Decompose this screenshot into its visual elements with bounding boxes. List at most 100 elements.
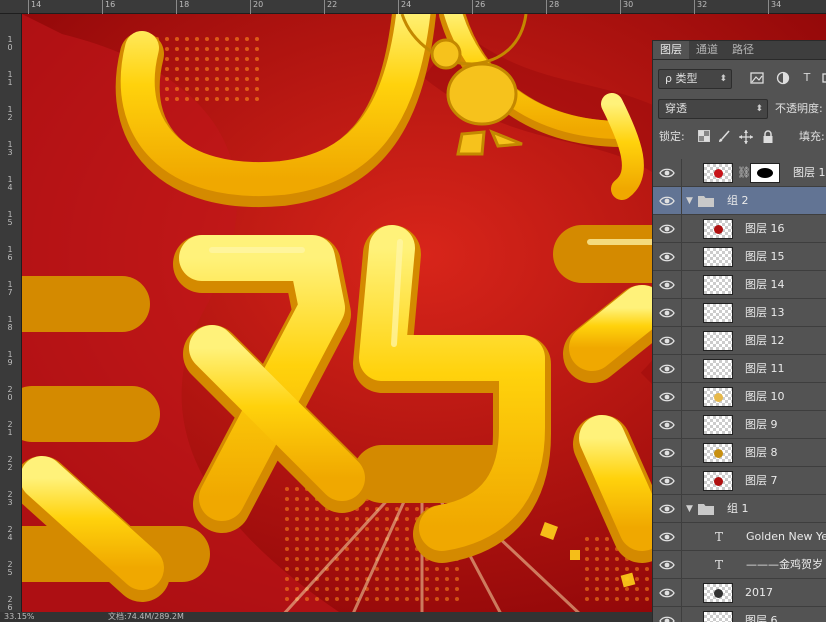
- lock-icon[interactable]: [761, 130, 775, 144]
- layer-group-row[interactable]: ▼ 组 1: [653, 495, 826, 523]
- lock-label: 锁定:: [659, 130, 685, 143]
- layer-name: 图层 12: [745, 334, 785, 347]
- thumbnail-content: [714, 477, 723, 486]
- layer-row[interactable]: 图层 15: [653, 243, 826, 271]
- layer-thumbnail[interactable]: [703, 219, 733, 239]
- filter-kind-select[interactable]: ρ 类型 ⬍: [658, 69, 732, 89]
- layer-row[interactable]: 图层 14: [653, 271, 826, 299]
- shape-filter-icon[interactable]: [820, 71, 826, 85]
- ruler-tick-label: 2 2: [7, 455, 13, 472]
- layer-name: 图层 1: [793, 166, 826, 179]
- document-size: 文档:74.4M/289.2M: [108, 612, 184, 621]
- visibility-eye-icon[interactable]: [659, 194, 675, 208]
- layer-name: 图层 15: [745, 250, 785, 263]
- horizontal-ruler[interactable]: 14 16 18 20 22 24 26 28 30 32 34: [0, 0, 826, 14]
- layer-row[interactable]: 图层 12: [653, 327, 826, 355]
- visibility-eye-icon[interactable]: [659, 390, 675, 404]
- thumbnail-content: [714, 589, 723, 598]
- layer-group-row[interactable]: ▼ 组 2: [653, 187, 826, 215]
- layer-row[interactable]: 图层 6: [653, 607, 826, 622]
- layer-thumbnail[interactable]: [703, 443, 733, 463]
- panel-tabs: 图层 通道 路径: [653, 41, 826, 60]
- layer-row[interactable]: T ———金鸡贺岁: [653, 551, 826, 579]
- tab-channels[interactable]: 通道: [689, 41, 725, 59]
- visibility-eye-icon[interactable]: [659, 166, 675, 180]
- text-layer-icon: T: [715, 530, 724, 544]
- divider: [681, 439, 682, 467]
- ruler-tick-label: 1 8: [7, 315, 13, 332]
- link-chain-icon[interactable]: ⛓: [737, 166, 751, 179]
- ruler-tick-label: 1 3: [7, 140, 13, 157]
- tab-layers[interactable]: 图层: [653, 41, 689, 59]
- layer-thumbnail[interactable]: [703, 583, 733, 603]
- layer-thumbnail[interactable]: [703, 163, 733, 183]
- image-filter-icon[interactable]: [750, 71, 764, 85]
- adjustment-filter-icon[interactable]: [776, 71, 790, 85]
- ruler-tick-label: 1 9: [7, 350, 13, 367]
- visibility-eye-icon[interactable]: [659, 614, 675, 622]
- brush-icon[interactable]: [717, 130, 731, 144]
- lock-transparent-icon[interactable]: [697, 130, 711, 144]
- divider: [681, 327, 682, 355]
- visibility-eye-icon[interactable]: [659, 530, 675, 544]
- divider: [681, 215, 682, 243]
- layer-name: ———金鸡贺岁: [746, 558, 823, 571]
- layers-list: ⛓ 图层 1 ▼ 组 2 图层 16 图层 15 图层 14 图层 13 图层 12 图层 11 图…: [653, 159, 826, 622]
- layer-row[interactable]: 图层 11: [653, 355, 826, 383]
- layer-row[interactable]: 图层 9: [653, 411, 826, 439]
- ruler-tick: 24: [398, 0, 411, 14]
- layer-row[interactable]: 2017: [653, 579, 826, 607]
- ruler-tick-label: 30: [623, 0, 634, 9]
- thumbnail-content: [714, 393, 723, 402]
- layer-mask-thumbnail[interactable]: [750, 163, 780, 183]
- layer-row[interactable]: 图层 10: [653, 383, 826, 411]
- visibility-eye-icon[interactable]: [659, 474, 675, 488]
- layer-row[interactable]: T Golden New Yea: [653, 523, 826, 551]
- layer-thumbnail[interactable]: [703, 359, 733, 379]
- zoom-level[interactable]: 33.15%: [4, 612, 35, 622]
- layer-filter-row: ρ 类型 ⬍ T: [658, 68, 826, 90]
- layer-thumbnail[interactable]: [703, 275, 733, 295]
- ruler-tick-label: 14: [31, 0, 42, 9]
- layer-thumbnail[interactable]: [703, 471, 733, 491]
- layer-name: 组 2: [727, 194, 749, 207]
- visibility-eye-icon[interactable]: [659, 306, 675, 320]
- vertical-ruler[interactable]: 1 0 1 1 1 2 1 3 1 4 1 5 1 6 1 7 1 8 1 9 2 0 2 1 2 2 2…: [0, 14, 22, 616]
- layer-name: 图层 16: [745, 222, 785, 235]
- visibility-eye-icon[interactable]: [659, 586, 675, 600]
- type-filter-icon[interactable]: T: [800, 71, 814, 85]
- layer-row[interactable]: 图层 16: [653, 215, 826, 243]
- layer-row[interactable]: ⛓ 图层 1: [653, 159, 826, 187]
- visibility-eye-icon[interactable]: [659, 278, 675, 292]
- visibility-eye-icon[interactable]: [659, 334, 675, 348]
- tab-paths[interactable]: 路径: [725, 41, 761, 59]
- visibility-eye-icon[interactable]: [659, 418, 675, 432]
- visibility-eye-icon[interactable]: [659, 558, 675, 572]
- visibility-eye-icon[interactable]: [659, 250, 675, 264]
- layer-thumbnail[interactable]: [703, 611, 733, 622]
- layer-thumbnail[interactable]: [703, 247, 733, 267]
- divider: [681, 411, 682, 439]
- layer-thumbnail[interactable]: [703, 415, 733, 435]
- ruler-tick-label: 2 3: [7, 490, 13, 507]
- ruler-tick-label: 28: [549, 0, 560, 9]
- expand-triangle-icon[interactable]: ▼: [686, 504, 693, 514]
- ruler-tick: 16: [102, 0, 115, 14]
- layer-name: 图层 14: [745, 278, 785, 291]
- layer-row[interactable]: 图层 8: [653, 439, 826, 467]
- blend-mode-label: 穿透: [665, 102, 687, 115]
- layer-name: 图层 9: [745, 418, 778, 431]
- visibility-eye-icon[interactable]: [659, 502, 675, 516]
- layer-row[interactable]: 图层 7: [653, 467, 826, 495]
- blend-mode-select[interactable]: 穿透 ⬍: [658, 99, 768, 119]
- layer-thumbnail[interactable]: [703, 303, 733, 323]
- expand-triangle-icon[interactable]: ▼: [686, 196, 693, 206]
- move-icon[interactable]: [739, 130, 753, 144]
- visibility-eye-icon[interactable]: [659, 222, 675, 236]
- ruler-tick-label: 1 1: [7, 70, 13, 87]
- layer-row[interactable]: 图层 13: [653, 299, 826, 327]
- visibility-eye-icon[interactable]: [659, 446, 675, 460]
- visibility-eye-icon[interactable]: [659, 362, 675, 376]
- layer-thumbnail[interactable]: [703, 331, 733, 351]
- layer-thumbnail[interactable]: [703, 387, 733, 407]
